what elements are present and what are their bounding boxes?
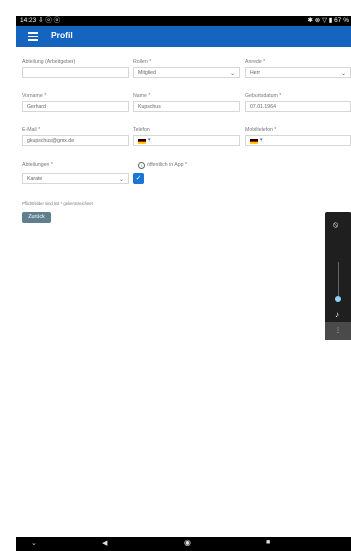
music-note-icon[interactable]: ♪ [335,310,339,319]
salutation-select[interactable]: Herr ⌄ [245,67,351,78]
departments-select[interactable]: Karate ⌄ [22,173,129,184]
salutation-value: Herr [250,70,261,76]
phone-label: Telefon [133,127,150,133]
status-bar: 14:23 ⇩ ⓞ ⓞ ✱ ⊗ ▽ ▮ 67 % [16,16,351,26]
department-label: Abteilung (Arbeitgeber) [22,59,76,65]
salutation-label: Anrede * [245,59,266,65]
public-checkbox[interactable]: ✓ [133,173,144,184]
status-time: 14:23 [20,17,37,24]
lastname-label: Name * [133,93,151,99]
dropdown-caret-icon: ▾ [260,137,263,143]
info-icon[interactable]: i [138,162,145,169]
volume-slider-handle[interactable] [335,296,341,302]
german-flag-icon[interactable] [138,139,146,144]
email-field[interactable]: gkupschus@gmx.de [22,135,129,146]
firstname-label: Vorname * [22,93,47,99]
system-nav-bar: ⌄ ◀ ◉ ■ [16,537,351,551]
volume-track[interactable] [338,262,339,296]
nav-down-icon[interactable]: ⌄ [31,539,37,547]
lastname-input[interactable]: Kupschus [133,101,240,112]
mobile-input[interactable]: ▾ [245,135,351,146]
dropdown-caret-icon: ▾ [148,137,151,143]
nav-recents-icon[interactable]: ■ [266,539,270,546]
roles-select[interactable]: Mitglied ⌄ [133,67,240,78]
firstname-value: Gerhard [27,104,47,110]
email-label: E-Mail * [22,127,41,133]
german-flag-icon[interactable] [250,139,258,144]
departments-value: Karate [27,176,43,182]
birthdate-label: Geburtsdatum * [245,93,282,99]
app-bar: Profil [16,26,351,47]
required-hint: Pflichtfelder sind mit * gekennzeichnet [22,201,93,206]
status-left-icons: ⇩ ⓞ ⓞ [38,17,61,24]
page-title: Profil [51,30,73,40]
back-button[interactable]: Zurück [22,212,51,223]
chevron-down-icon: ⌄ [340,71,346,77]
departments-label: Abteilungen * [22,162,53,168]
birthdate-value: 07.01.1964 [250,104,276,110]
mobile-label: Mobiltelefon * [245,127,277,133]
menu-icon[interactable] [28,30,38,42]
lastname-value: Kupschus [138,104,161,110]
left-margin [0,0,16,551]
volume-panel: ⦸ ♪ ⋮ [325,212,351,340]
nav-back-icon[interactable]: ◀ [102,539,107,547]
settings-icon[interactable]: ⋮ [325,322,351,340]
public-label: öffentlich in App * [147,162,187,168]
chevron-down-icon: ⌄ [118,177,124,183]
department-input[interactable] [22,67,129,78]
status-right-icons: ✱ ⊗ ▽ ▮ 67 % [307,17,349,24]
roles-label: Rollen * [133,59,152,65]
email-value: gkupschus@gmx.de [27,138,75,144]
chevron-down-icon: ⌄ [229,71,235,77]
firstname-input[interactable]: Gerhard [22,101,129,112]
status-left: 14:23 ⇩ ⓞ ⓞ [20,16,60,26]
birthdate-input[interactable]: 07.01.1964 [245,101,351,112]
nav-home-icon[interactable]: ◉ [184,538,191,547]
phone-input[interactable]: ▾ [133,135,240,146]
roles-value: Mitglied [138,70,156,76]
profile-form: Abteilung (Arbeitgeber) Rollen * Mitglie… [16,47,351,534]
mute-icon[interactable]: ⦸ [333,220,338,230]
